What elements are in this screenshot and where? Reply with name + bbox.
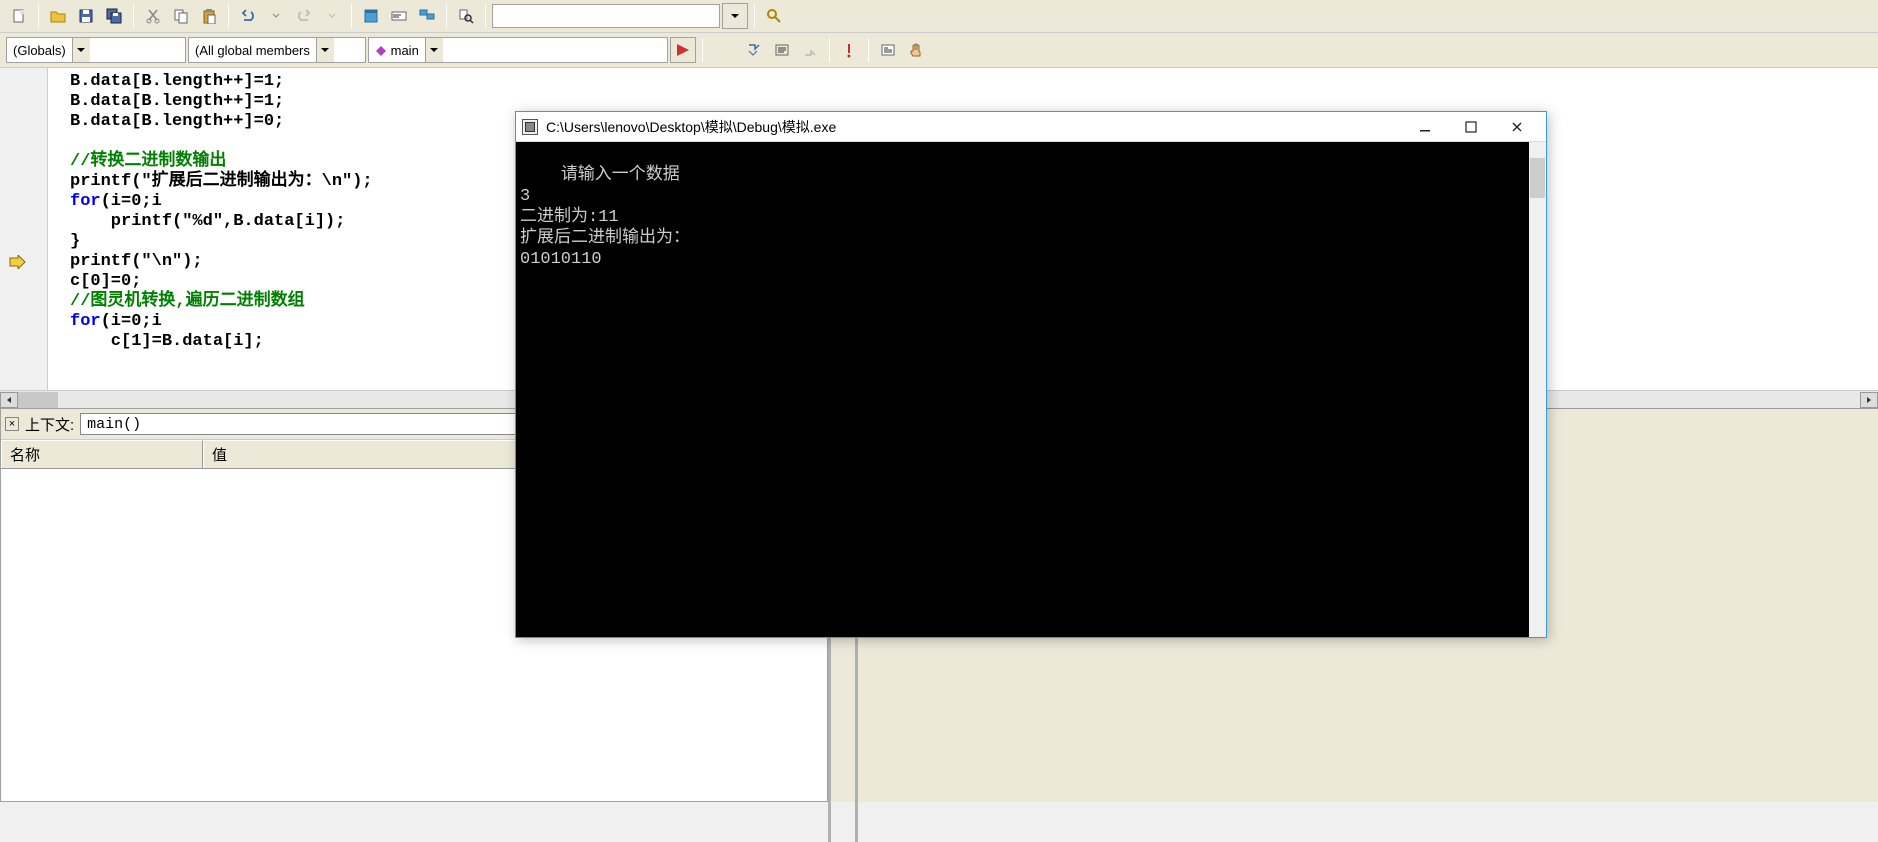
search-input[interactable] xyxy=(492,4,720,28)
console-output[interactable]: 请输入一个数据 3 二进制为:11 扩展后二进制输出为： 01010110 xyxy=(516,142,1546,637)
save-icon[interactable] xyxy=(73,3,99,29)
open-folder-icon[interactable] xyxy=(45,3,71,29)
redo-dropdown-icon[interactable] xyxy=(319,3,345,29)
close-icon[interactable]: × xyxy=(5,417,19,431)
scope-combo[interactable]: (Globals) xyxy=(6,37,186,63)
scope-combo-text: (Globals) xyxy=(7,41,72,60)
separator xyxy=(829,38,830,62)
scroll-right-icon[interactable] xyxy=(1860,392,1878,408)
output-icon[interactable] xyxy=(386,3,412,29)
code-line: B.data[B.length++]=1; xyxy=(70,72,1878,92)
breakpoint-icon[interactable] xyxy=(836,37,862,63)
maximize-icon[interactable] xyxy=(1448,113,1494,141)
console-window: C:\Users\lenovo\Desktop\模拟\Debug\模拟.exe … xyxy=(515,111,1547,638)
undo-dropdown-icon[interactable] xyxy=(263,3,289,29)
members-combo-text: (All global members xyxy=(189,41,316,60)
function-combo-label: main xyxy=(391,43,419,58)
members-combo[interactable]: (All global members xyxy=(188,37,366,63)
separator xyxy=(228,4,229,28)
function-combo[interactable]: main xyxy=(368,37,668,63)
separator xyxy=(446,4,447,28)
scroll-thumb[interactable] xyxy=(18,392,58,408)
search-dropdown-icon[interactable] xyxy=(722,3,748,29)
scroll-left-icon[interactable] xyxy=(0,392,18,408)
chevron-down-icon xyxy=(72,38,90,62)
console-titlebar[interactable]: C:\Users\lenovo\Desktop\模拟\Debug\模拟.exe xyxy=(516,112,1546,142)
redo-icon[interactable] xyxy=(291,3,317,29)
go-icon[interactable] xyxy=(670,37,696,63)
chevron-down-icon xyxy=(316,38,334,62)
console-title-text: C:\Users\lenovo\Desktop\模拟\Debug\模拟.exe xyxy=(546,117,1402,137)
current-line-arrow-icon xyxy=(8,255,26,273)
console-app-icon xyxy=(522,119,538,135)
separator xyxy=(754,4,755,28)
console-vscrollbar[interactable] xyxy=(1529,142,1546,637)
cut-icon[interactable] xyxy=(140,3,166,29)
step-into-icon[interactable] xyxy=(741,37,767,63)
hand-icon[interactable] xyxy=(903,37,929,63)
workspace-icon[interactable] xyxy=(358,3,384,29)
console-text: 请输入一个数据 3 二进制为:11 扩展后二进制输出为： 01010110 xyxy=(520,166,690,269)
scroll-thumb[interactable] xyxy=(1530,158,1545,198)
separator xyxy=(351,4,352,28)
separator xyxy=(485,4,486,28)
toolbar-main xyxy=(0,0,1878,33)
minimize-icon[interactable] xyxy=(1402,113,1448,141)
code-line: B.data[B.length++]=1; xyxy=(70,92,1878,112)
column-name[interactable]: 名称 xyxy=(1,440,203,468)
copy-icon[interactable] xyxy=(168,3,194,29)
gutter xyxy=(0,68,48,390)
chevron-down-icon xyxy=(425,38,443,62)
separator xyxy=(38,4,39,28)
find-in-files-icon[interactable] xyxy=(453,3,479,29)
registers-icon[interactable] xyxy=(875,37,901,63)
separator xyxy=(868,38,869,62)
close-icon[interactable] xyxy=(1494,113,1540,141)
function-combo-text: main xyxy=(369,41,425,60)
separator xyxy=(133,4,134,28)
undo-icon[interactable] xyxy=(235,3,261,29)
new-file-icon[interactable] xyxy=(6,3,32,29)
context-label: 上下文: xyxy=(25,414,74,435)
save-all-icon[interactable] xyxy=(101,3,127,29)
paste-icon[interactable] xyxy=(196,3,222,29)
step-over-icon[interactable] xyxy=(769,37,795,63)
toolbar-context: (Globals) (All global members main xyxy=(0,33,1878,68)
find-icon[interactable] xyxy=(761,3,787,29)
window-list-icon[interactable] xyxy=(414,3,440,29)
separator xyxy=(702,38,703,62)
step-out-icon[interactable] xyxy=(797,37,823,63)
